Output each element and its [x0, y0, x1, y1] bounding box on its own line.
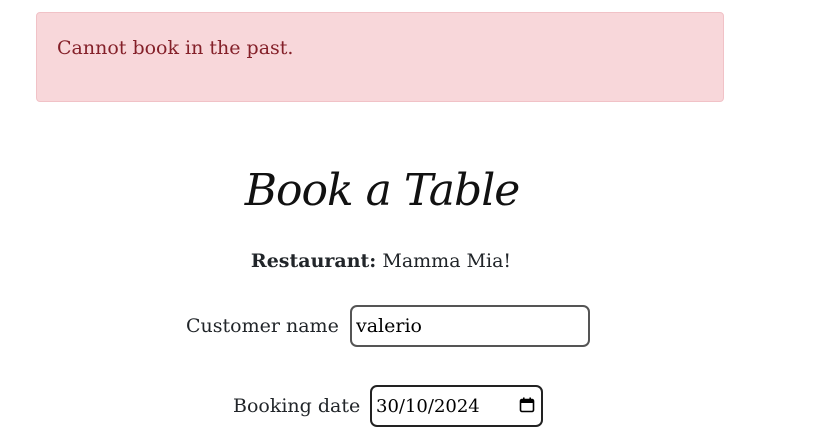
restaurant-name: Mamma Mia!: [382, 250, 512, 272]
restaurant-label: Restaurant:: [250, 250, 377, 272]
error-message: Cannot book in the past.: [57, 37, 294, 59]
customer-name-label: Customer name: [186, 315, 339, 337]
calendar-icon[interactable]: [519, 397, 535, 413]
restaurant-line: Restaurant: Mamma Mia!: [0, 250, 762, 272]
error-alert: Cannot book in the past.: [36, 12, 724, 102]
page-title: Book a Table: [244, 165, 521, 216]
customer-name-input[interactable]: [350, 305, 590, 347]
booking-date-label: Booking date: [233, 395, 361, 417]
booking-date-value: 30/10/2024: [376, 396, 480, 417]
booking-date-input[interactable]: 30/10/2024: [370, 385, 543, 427]
